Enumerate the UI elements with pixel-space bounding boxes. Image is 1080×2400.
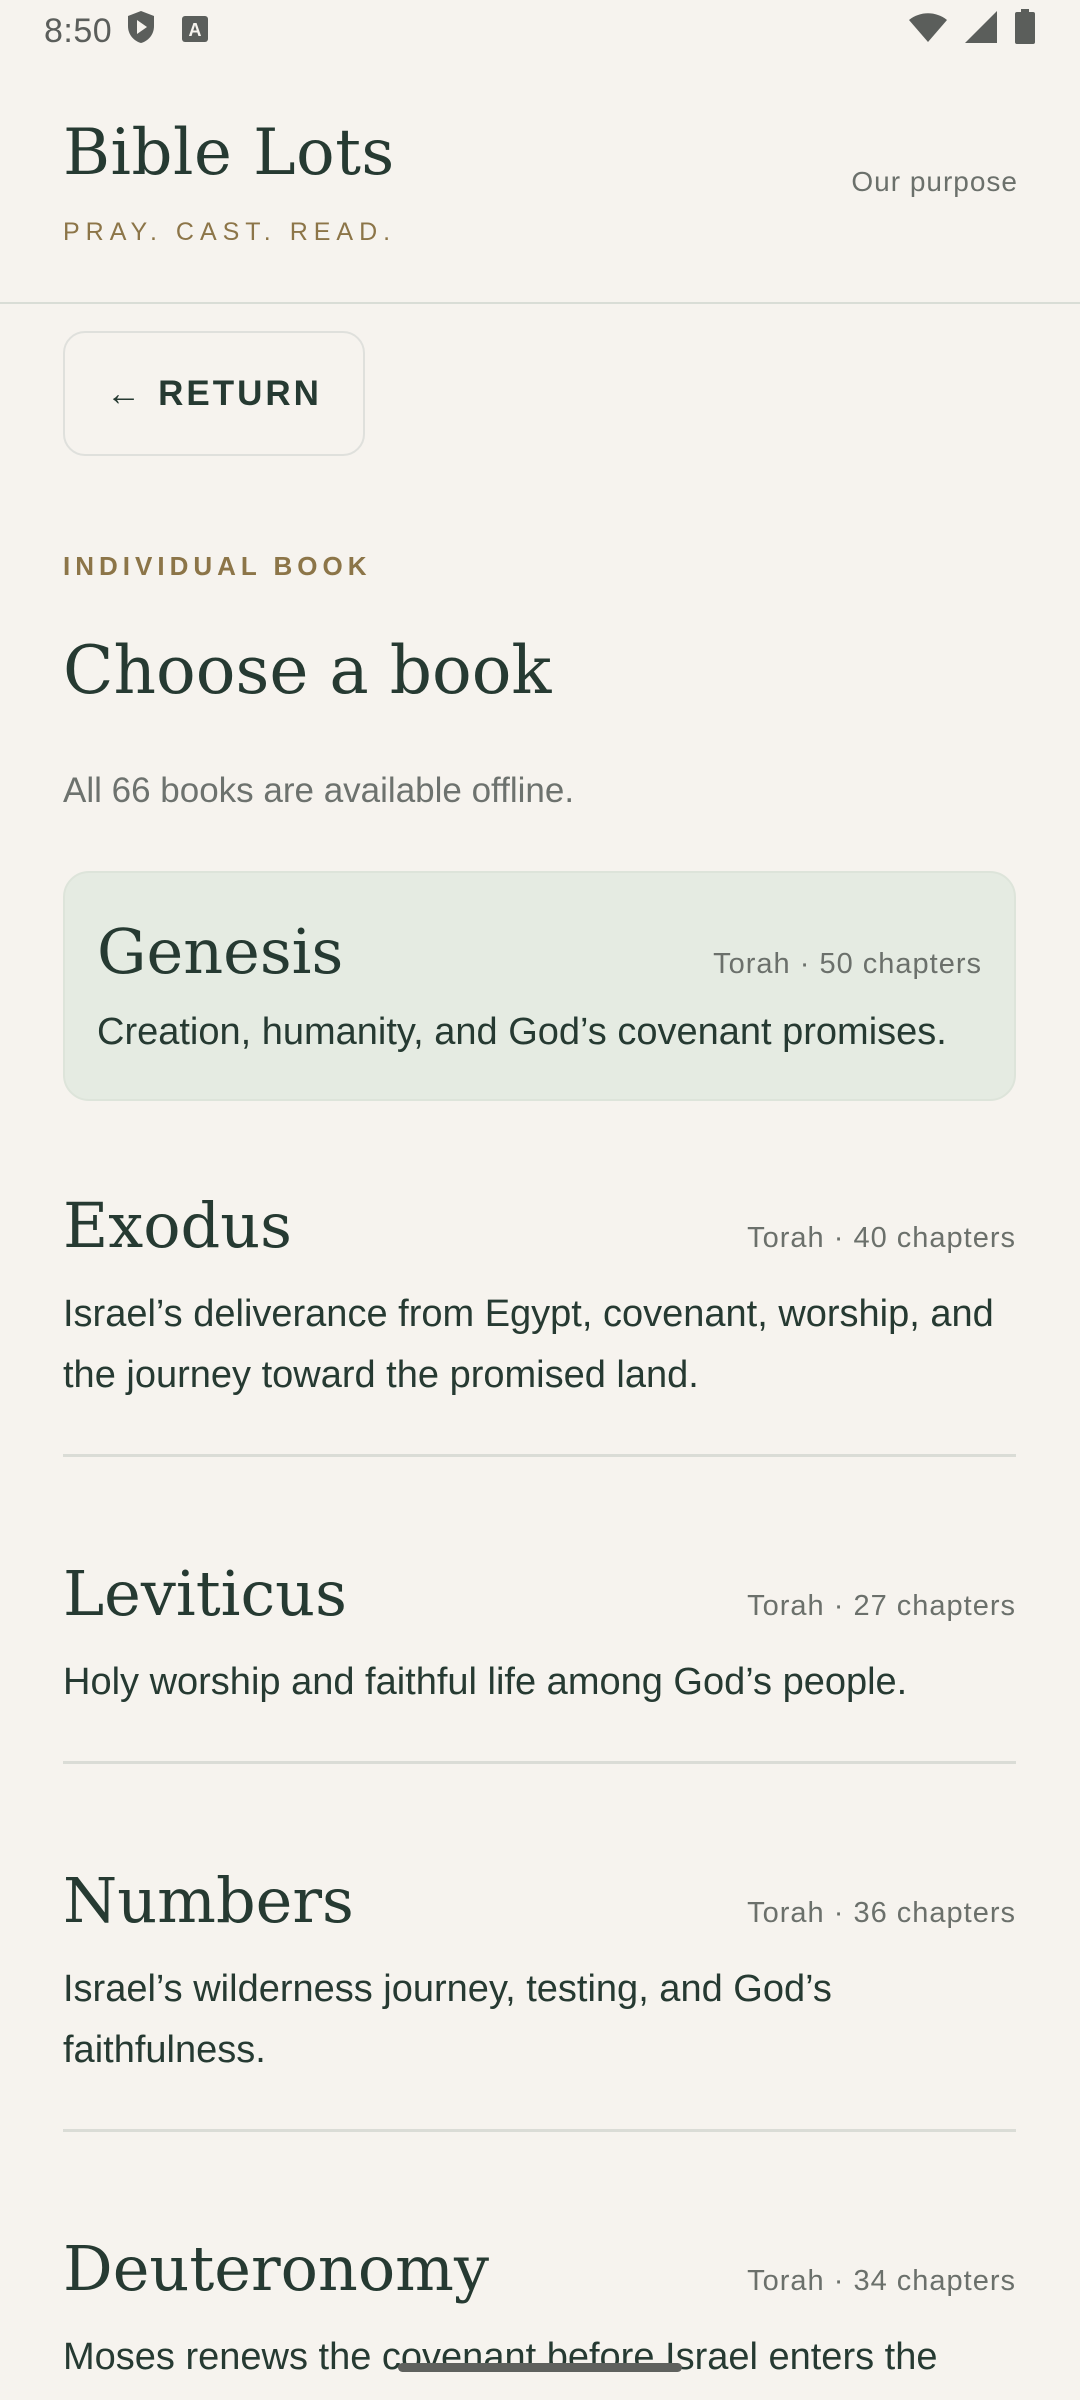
- book-name: Genesis: [97, 915, 344, 988]
- book-item-genesis[interactable]: Genesis Torah · 50 chapters Creation, hu…: [63, 871, 1016, 1101]
- section-eyebrow: INDIVIDUAL BOOK: [63, 551, 372, 581]
- book-head: Leviticus Torah · 27 chapters: [63, 1557, 1016, 1630]
- book-head: Deuteronomy Torah · 34 chapters: [63, 2232, 1016, 2305]
- book-name: Deuteronomy: [63, 2232, 489, 2305]
- book-meta: Torah · 36 chapters: [747, 1897, 1016, 1929]
- app-header: Bible Lots PRAY. CAST. READ. Our purpose: [0, 62, 1080, 304]
- home-indicator[interactable]: [398, 2363, 682, 2372]
- book-description: Israel’s deliverance from Egypt, covenan…: [63, 1293, 994, 1396]
- book-description: Moses renews the covenant before Israel …: [63, 2336, 938, 2378]
- book-description: Holy worship and faithful life among God…: [63, 1661, 908, 1703]
- book-name: Leviticus: [63, 1557, 347, 1630]
- page-subtitle: All 66 books are available offline.: [63, 771, 575, 810]
- return-button-label: RETURN: [158, 373, 322, 413]
- book-description: Creation, humanity, and God’s covenant p…: [97, 1011, 947, 1053]
- status-time: 8:50: [44, 11, 113, 50]
- return-button[interactable]: ← RETURN: [63, 331, 365, 456]
- app-tagline: PRAY. CAST. READ.: [63, 218, 397, 246]
- book-name: Exodus: [63, 1189, 292, 1262]
- book-head: Exodus Torah · 40 chapters: [63, 1189, 1016, 1262]
- book-meta: Torah · 40 chapters: [747, 1222, 1016, 1254]
- book-item-leviticus[interactable]: Leviticus Torah · 27 chapters Holy worsh…: [63, 1557, 1016, 1764]
- book-meta: Torah · 27 chapters: [747, 1590, 1016, 1622]
- shield-play-icon: [126, 10, 156, 53]
- status-bar: 8:50 A: [0, 0, 1080, 62]
- page-title: Choose a book: [63, 632, 552, 709]
- book-description: Israel’s wilderness journey, testing, an…: [63, 1968, 832, 2071]
- wifi-icon: [908, 11, 948, 52]
- svg-text:A: A: [189, 20, 202, 40]
- signal-icon: [964, 10, 998, 53]
- book-meta: Torah · 34 chapters: [747, 2265, 1016, 2297]
- keyboard-a-icon: A: [182, 12, 209, 51]
- book-head: Genesis Torah · 50 chapters: [97, 915, 982, 988]
- book-item-numbers[interactable]: Numbers Torah · 36 chapters Israel’s wil…: [63, 1864, 1016, 2132]
- book-item-exodus[interactable]: Exodus Torah · 40 chapters Israel’s deli…: [63, 1189, 1016, 1457]
- book-head: Numbers Torah · 36 chapters: [63, 1864, 1016, 1937]
- book-meta: Torah · 50 chapters: [713, 948, 982, 980]
- book-list: Genesis Torah · 50 chapters Creation, hu…: [63, 871, 1016, 2388]
- status-icons-left: A: [126, 10, 209, 53]
- back-arrow-icon: ←: [106, 373, 145, 413]
- app-title: Bible Lots: [63, 116, 395, 190]
- battery-icon: [1014, 8, 1036, 54]
- our-purpose-link[interactable]: Our purpose: [851, 166, 1018, 198]
- book-name: Numbers: [63, 1864, 354, 1937]
- status-icons-right: [908, 8, 1036, 54]
